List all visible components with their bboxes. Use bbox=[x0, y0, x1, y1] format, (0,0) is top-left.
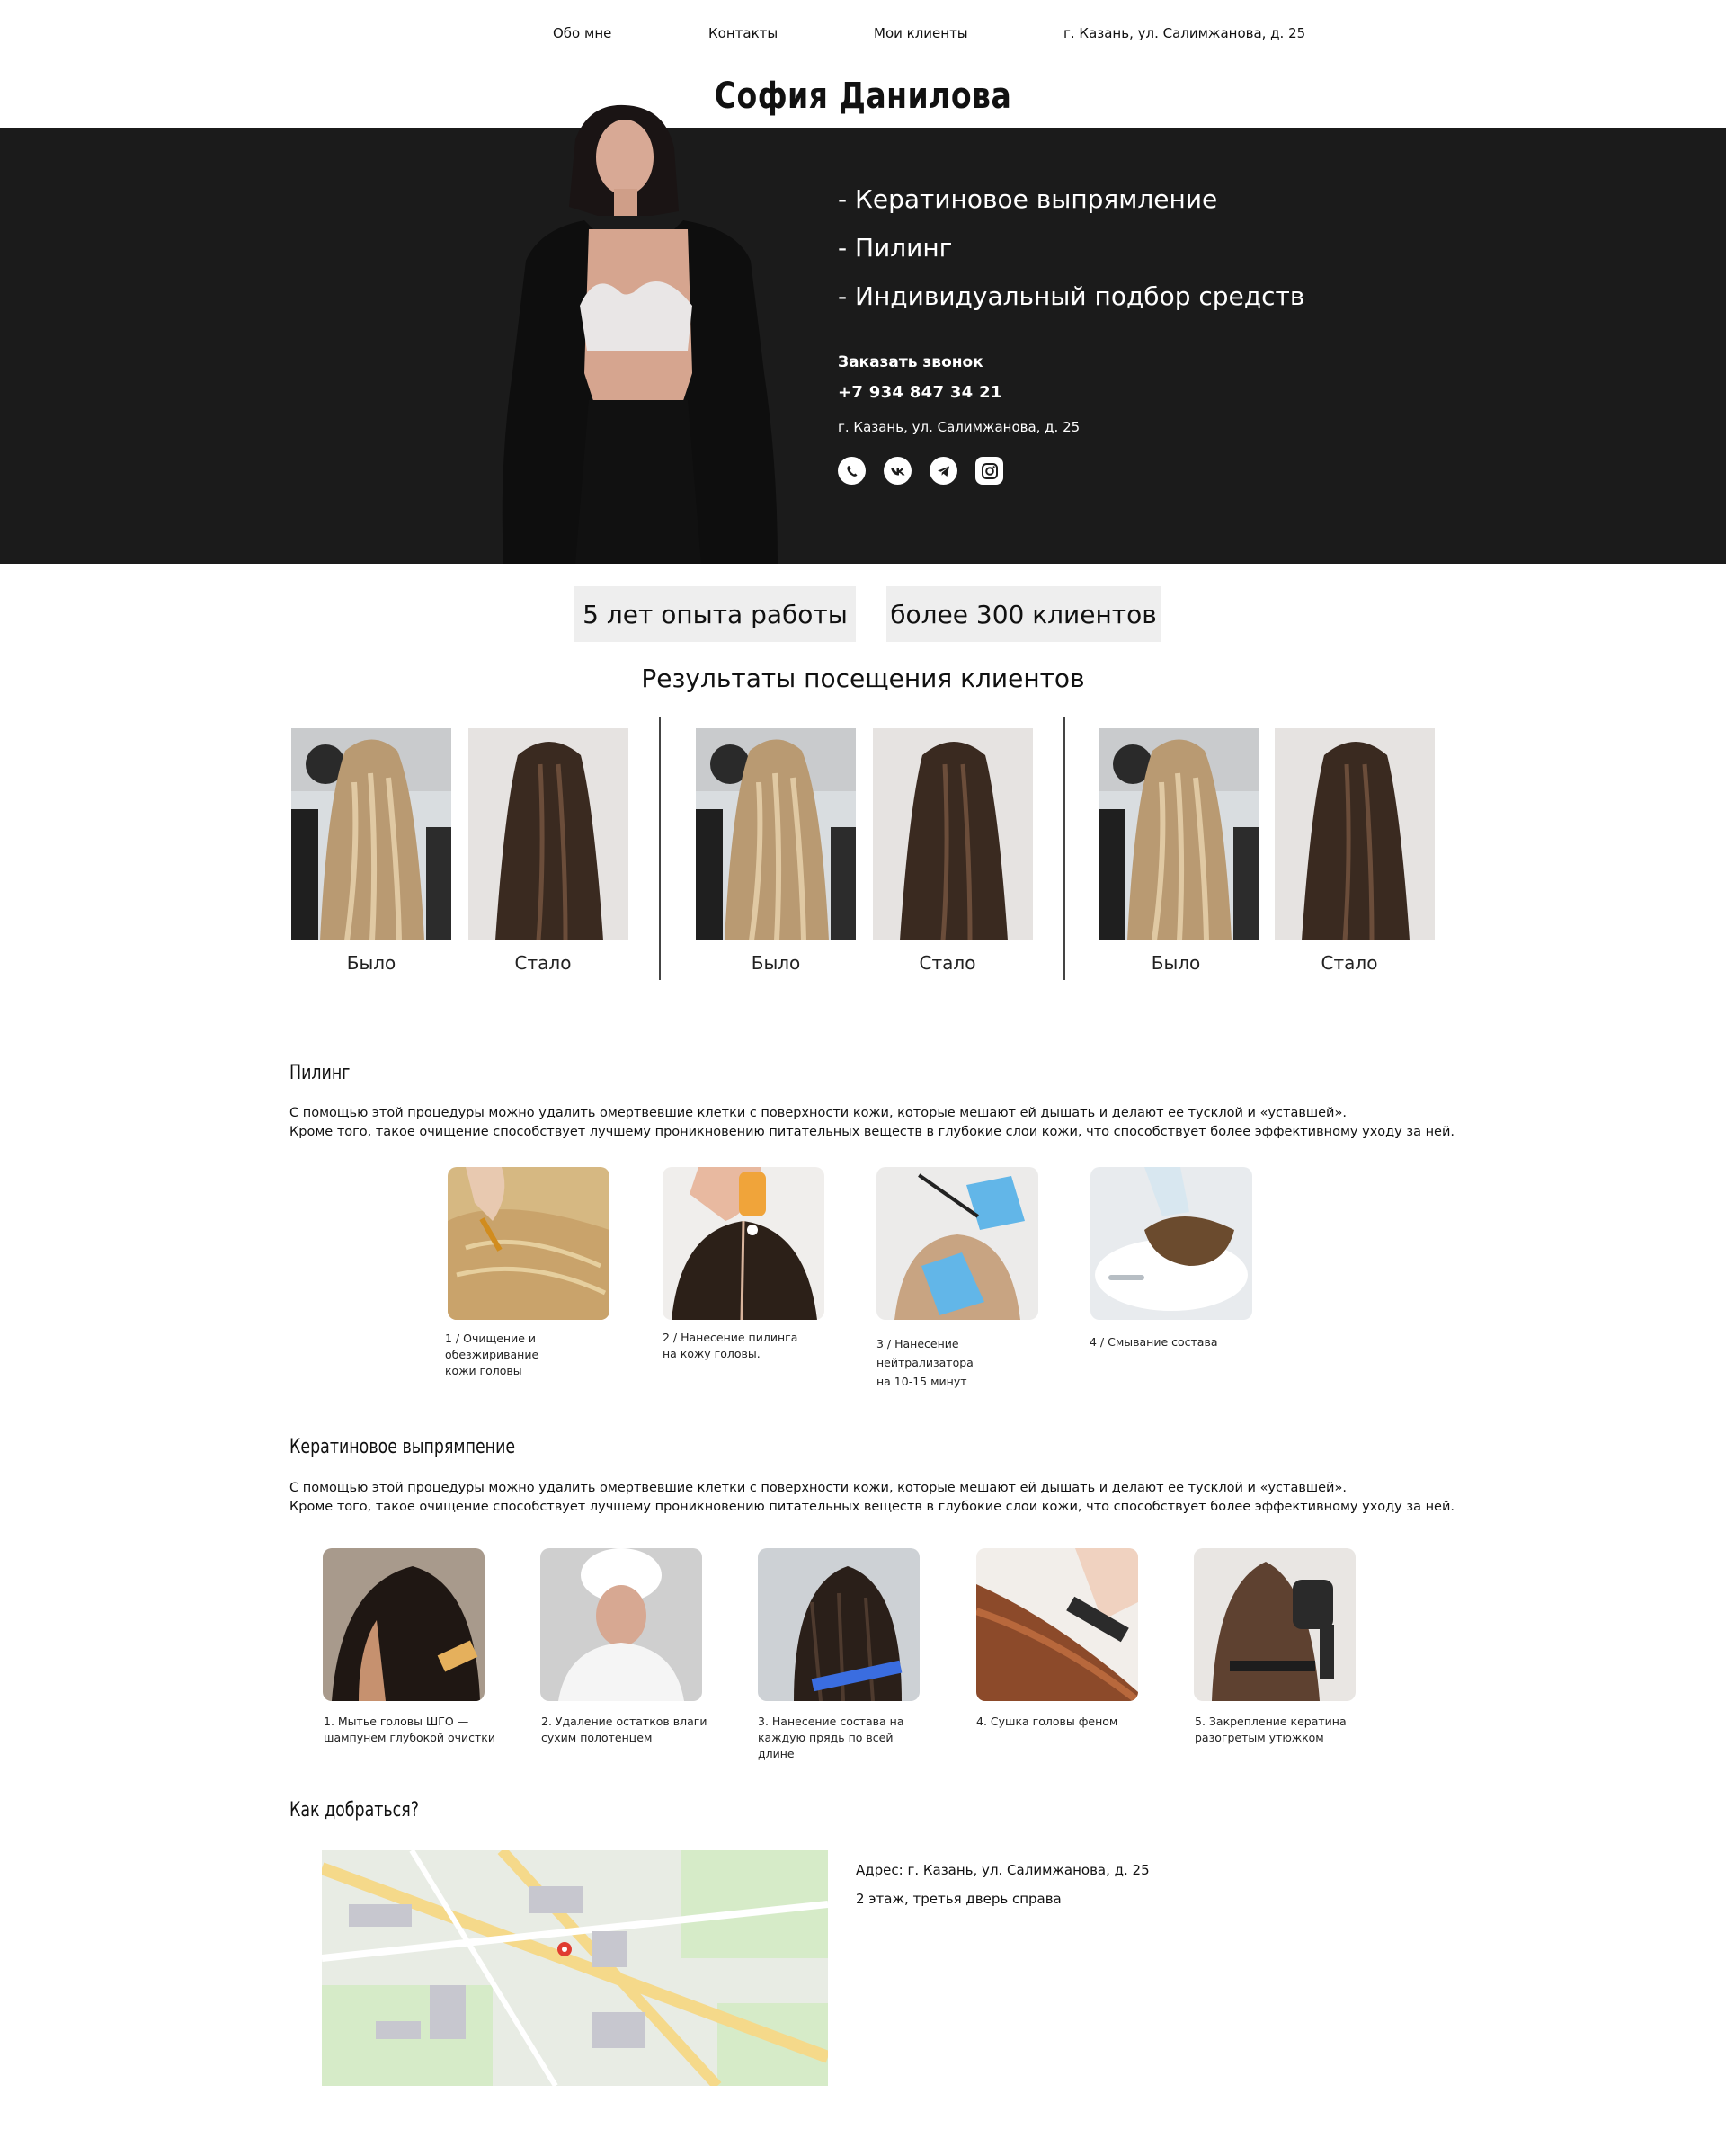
peeling-title: Пилинг bbox=[289, 1062, 351, 1084]
vk-icon[interactable] bbox=[884, 457, 912, 485]
nav-address-link[interactable]: г. Казань, ул. Салимжанова, д. 25 bbox=[1063, 25, 1305, 41]
keratin-step-photo bbox=[540, 1548, 702, 1701]
peeling-step-caption: 2 / Нанесение пилинга на кожу головы. bbox=[663, 1331, 798, 1360]
portrait-photo bbox=[502, 104, 778, 564]
keratin-text-line: Кроме того, такое очищение способствует … bbox=[289, 1500, 1455, 1514]
keratin-text-line: С помощью этой процедуры можно удалить о… bbox=[289, 1481, 1347, 1495]
nav-clients-link[interactable]: Мои клиенты bbox=[874, 25, 968, 41]
whatsapp-icon[interactable] bbox=[838, 457, 866, 485]
peeling-text-line: Кроме того, такое очищение способствует … bbox=[289, 1125, 1455, 1139]
location-details: Адрес: г. Казань, ул. Салимжанова, д. 25… bbox=[856, 1856, 1150, 1913]
keratin-title: Кератиновое выпрямпение bbox=[289, 1436, 516, 1458]
peeling-text-line: С помощью этой процедуры можно удалить о… bbox=[289, 1106, 1347, 1120]
location-floor-info: 2 этаж, третья дверь справа bbox=[856, 1891, 1062, 1907]
results-title: Результаты посещения клиентов bbox=[641, 664, 1085, 693]
location-address: Адрес: г. Казань, ул. Салимжанова, д. 25 bbox=[856, 1862, 1150, 1878]
after-photo bbox=[468, 728, 628, 940]
phone-number[interactable]: +7 934 847 34 21 bbox=[838, 383, 1002, 402]
results-divider bbox=[1063, 717, 1065, 980]
peeling-step-caption: 3 / Нанесение нейтрализатора на 10-15 ми… bbox=[876, 1337, 974, 1388]
peeling-step-photo bbox=[663, 1167, 824, 1320]
keratin-step-caption: 1. Мытье головы ШГО — шампунем глубокой … bbox=[324, 1715, 495, 1744]
before-caption: Было bbox=[346, 952, 396, 974]
before-caption: Было bbox=[1151, 952, 1201, 974]
before-caption: Было bbox=[751, 952, 801, 974]
location-title: Как добраться? bbox=[289, 1799, 419, 1822]
hero-address: г. Казань, ул. Салимжанова, д. 25 bbox=[838, 419, 1081, 435]
after-photo bbox=[873, 728, 1033, 940]
clients-badge: более 300 клиентов bbox=[886, 586, 1161, 642]
service-item: - Пилинг bbox=[838, 233, 953, 263]
after-photo bbox=[1275, 728, 1435, 940]
keratin-step-caption: 5. Закрепление кератина разогретым утюжк… bbox=[1195, 1715, 1347, 1744]
results-divider bbox=[659, 717, 661, 980]
keratin-step-caption: 2. Удаление остатков влаги сухим полотен… bbox=[541, 1715, 707, 1744]
peeling-step-caption: 1 / Очищение и обезжиривание кожи головы bbox=[445, 1332, 539, 1377]
after-caption: Стало bbox=[1321, 952, 1378, 974]
telegram-icon[interactable] bbox=[930, 457, 957, 485]
peeling-step-photo bbox=[448, 1167, 609, 1320]
nav-contacts-link[interactable]: Контакты bbox=[708, 25, 778, 41]
instagram-icon[interactable] bbox=[975, 457, 1003, 485]
service-item: - Индивидуальный подбор средств bbox=[838, 281, 1305, 311]
service-item: - Кератиновое выпрямление bbox=[838, 184, 1218, 214]
experience-badge: 5 лет опыта работы bbox=[574, 586, 856, 642]
peeling-step-photo bbox=[1090, 1167, 1252, 1320]
before-photo bbox=[1099, 728, 1259, 940]
location-map[interactable] bbox=[322, 1850, 828, 2086]
before-photo bbox=[291, 728, 451, 940]
keratin-step-photo bbox=[976, 1548, 1138, 1701]
keratin-description: С помощью этой процедуры можно удалить о… bbox=[289, 1479, 1548, 1517]
keratin-step-caption: 3. Нанесение состава на каждую прядь по … bbox=[758, 1715, 904, 1760]
peeling-description: С помощью этой процедуры можно удалить о… bbox=[289, 1104, 1548, 1142]
keratin-step-photo bbox=[1194, 1548, 1356, 1701]
keratin-step-caption: 4. Сушка головы феном bbox=[976, 1715, 1118, 1728]
social-links bbox=[838, 457, 1003, 485]
keratin-step-photo bbox=[323, 1548, 485, 1701]
peeling-step-caption: 4 / Смывание состава bbox=[1090, 1335, 1218, 1349]
after-caption: Стало bbox=[514, 952, 572, 974]
after-caption: Стало bbox=[919, 952, 976, 974]
page-title: София Данилова bbox=[714, 76, 1012, 117]
peeling-step-photo bbox=[876, 1167, 1038, 1320]
before-photo bbox=[696, 728, 856, 940]
keratin-step-photo bbox=[758, 1548, 920, 1701]
order-call-link[interactable]: Заказать звонок bbox=[838, 353, 983, 371]
services-list: - Кератиновое выпрямление - Пилинг - Инд… bbox=[838, 175, 1304, 321]
nav-about-link[interactable]: Обо мне bbox=[553, 25, 611, 41]
